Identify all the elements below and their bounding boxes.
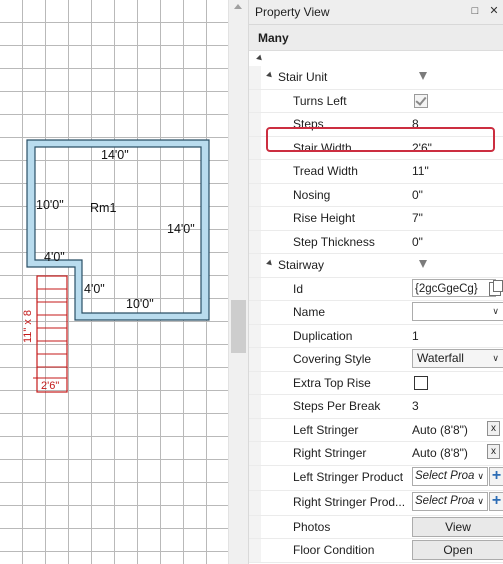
property-label: Name — [293, 305, 326, 319]
dimension-notch-side: 4'0" — [84, 282, 105, 296]
property-label: Covering Style — [293, 352, 372, 366]
covering-style-select[interactable]: Waterfall ∨ — [412, 349, 503, 368]
section-label: Stair Unit — [278, 70, 328, 84]
expand-triangle-icon[interactable] — [266, 71, 274, 80]
room-name: Rm1 — [90, 201, 116, 215]
stair-width-highlight — [266, 127, 495, 152]
canvas-vertical-scrollbar[interactable] — [228, 0, 248, 564]
floor-plan-canvas[interactable]: Rm1 14'0" 10'0" 14'0" 4'0" 4'0" 10'0" 11… — [0, 0, 228, 564]
close-icon[interactable]: ✕ — [487, 4, 501, 18]
chevron-down-icon: ∨ — [477, 470, 484, 481]
property-label: Nosing — [293, 187, 331, 202]
property-row-photos: Photos View — [249, 515, 503, 539]
property-row-duplication: Duplication 1 — [249, 324, 503, 348]
property-row-rise-height: Rise Height 7" — [249, 207, 503, 231]
property-row-covering-style: Covering Style Waterfall ∨ — [249, 348, 503, 372]
property-label: Right Stringer — [293, 446, 367, 460]
right-stringer-product-value: Select Proa — [415, 494, 475, 507]
property-label: Photos — [293, 519, 331, 534]
stair-steps-label: 11" x 8 — [22, 310, 34, 343]
section-label: Stairway — [278, 258, 325, 272]
property-row-floor-condition: Floor Condition Open — [249, 539, 503, 563]
property-label: Steps Per Break — [293, 399, 381, 413]
property-row-tread-width: Tread Width 11" — [249, 160, 503, 184]
filter-icon[interactable] — [419, 72, 427, 80]
dimension-top: 14'0" — [101, 148, 129, 162]
property-row-right-stringer: Right Stringer Auto (8'8") x — [249, 442, 503, 466]
property-row-nosing: Nosing 0" — [249, 183, 503, 207]
copy-id-icon[interactable] — [487, 279, 503, 296]
step-thickness-value[interactable]: 0" — [412, 235, 423, 249]
tread-width-value[interactable]: 11" — [412, 164, 429, 178]
steps-per-break-value[interactable]: 3 — [412, 399, 419, 413]
property-row-name: Name ∨ — [249, 301, 503, 325]
pin-icon[interactable]: □ — [468, 4, 482, 18]
dimension-bottom: 10'0" — [126, 297, 154, 311]
clear-right-stringer-button[interactable]: x — [487, 444, 500, 459]
property-label: Turns Left — [293, 93, 347, 108]
panel-title: Property View — [255, 5, 330, 19]
add-left-stringer-product-button[interactable]: + — [489, 466, 503, 486]
selection-label: Many — [258, 31, 289, 45]
nosing-value[interactable]: 0" — [412, 188, 423, 202]
stair-unit[interactable] — [33, 275, 68, 393]
scroll-up-arrow-icon[interactable] — [234, 4, 242, 9]
property-row-left-stringer: Left Stringer Auto (8'8") x — [249, 418, 503, 442]
property-label: Left Stringer Product — [293, 469, 404, 484]
property-label: Id — [293, 281, 304, 296]
property-row-steps-per-break: Steps Per Break 3 — [249, 395, 503, 419]
section-stair-unit[interactable]: Stair Unit — [249, 66, 503, 90]
floor-plan-drawing: Rm1 14'0" 10'0" 14'0" 4'0" 4'0" 10'0" 11… — [22, 139, 210, 393]
chevron-down-icon: ∨ — [477, 495, 484, 506]
property-row-turns-left: Turns Left — [249, 89, 503, 113]
property-label: Step Thickness — [293, 234, 375, 249]
expand-triangle-icon[interactable] — [266, 259, 274, 268]
property-row-right-stringer-product: Right Stringer Prod... Select Proa ∨ + — [249, 490, 503, 516]
property-label: Right Stringer Prod... — [293, 494, 406, 509]
id-field[interactable]: {2gcGgeCg} — [412, 278, 496, 297]
dimension-right: 14'0" — [167, 222, 195, 236]
stair-width-label: 2'6" — [41, 380, 59, 392]
property-label: Floor Condition — [293, 543, 375, 557]
property-label: Left Stringer — [293, 422, 359, 437]
property-label: Rise Height — [293, 211, 356, 225]
name-dropdown[interactable]: ∨ — [412, 302, 503, 321]
dimension-notch-top: 4'0" — [44, 250, 65, 264]
left-stringer-value[interactable]: Auto (8'8") — [412, 423, 468, 437]
selection-header: Many — [249, 25, 503, 51]
open-floor-condition-button[interactable]: Open — [412, 540, 503, 560]
covering-style-value: Waterfall — [417, 351, 464, 365]
chevron-down-icon: ∨ — [492, 353, 499, 363]
property-label: Tread Width — [293, 164, 358, 178]
property-row-id: Id {2gcGgeCg} — [249, 277, 503, 301]
duplication-value[interactable]: 1 — [412, 329, 419, 343]
dimension-left: 10'0" — [36, 198, 64, 212]
right-stringer-product-select[interactable]: Select Proa ∨ — [412, 491, 488, 511]
left-stringer-product-select[interactable]: Select Proa ∨ — [412, 466, 488, 486]
turns-left-checkbox[interactable] — [414, 93, 428, 108]
clear-left-stringer-button[interactable]: x — [487, 420, 500, 436]
scrollbar-thumb[interactable] — [231, 300, 246, 353]
rise-height-value[interactable]: 7" — [412, 211, 423, 225]
property-view-panel: Property View □ ✕ Many Stair Unit Turns … — [248, 0, 503, 564]
extra-top-rise-checkbox[interactable] — [414, 375, 428, 390]
section-stairway[interactable]: Stairway — [249, 254, 503, 278]
property-label: Extra Top Rise — [293, 375, 371, 390]
property-row-extra-top-rise: Extra Top Rise — [249, 371, 503, 395]
property-row-left-stringer-product: Left Stringer Product Select Proa ∨ + — [249, 465, 503, 491]
filter-icon[interactable] — [419, 260, 427, 268]
panel-header: Property View □ ✕ — [249, 0, 503, 25]
add-right-stringer-product-button[interactable]: + — [489, 491, 503, 511]
right-stringer-value[interactable]: Auto (8'8") — [412, 446, 468, 460]
chevron-down-icon: ∨ — [492, 306, 499, 316]
collapse-triangle-icon[interactable] — [256, 54, 264, 63]
property-row-step-thickness: Step Thickness 0" — [249, 230, 503, 254]
left-stringer-product-value: Select Proa — [415, 469, 475, 482]
view-photos-button[interactable]: View — [412, 516, 503, 537]
property-label: Duplication — [293, 328, 353, 343]
